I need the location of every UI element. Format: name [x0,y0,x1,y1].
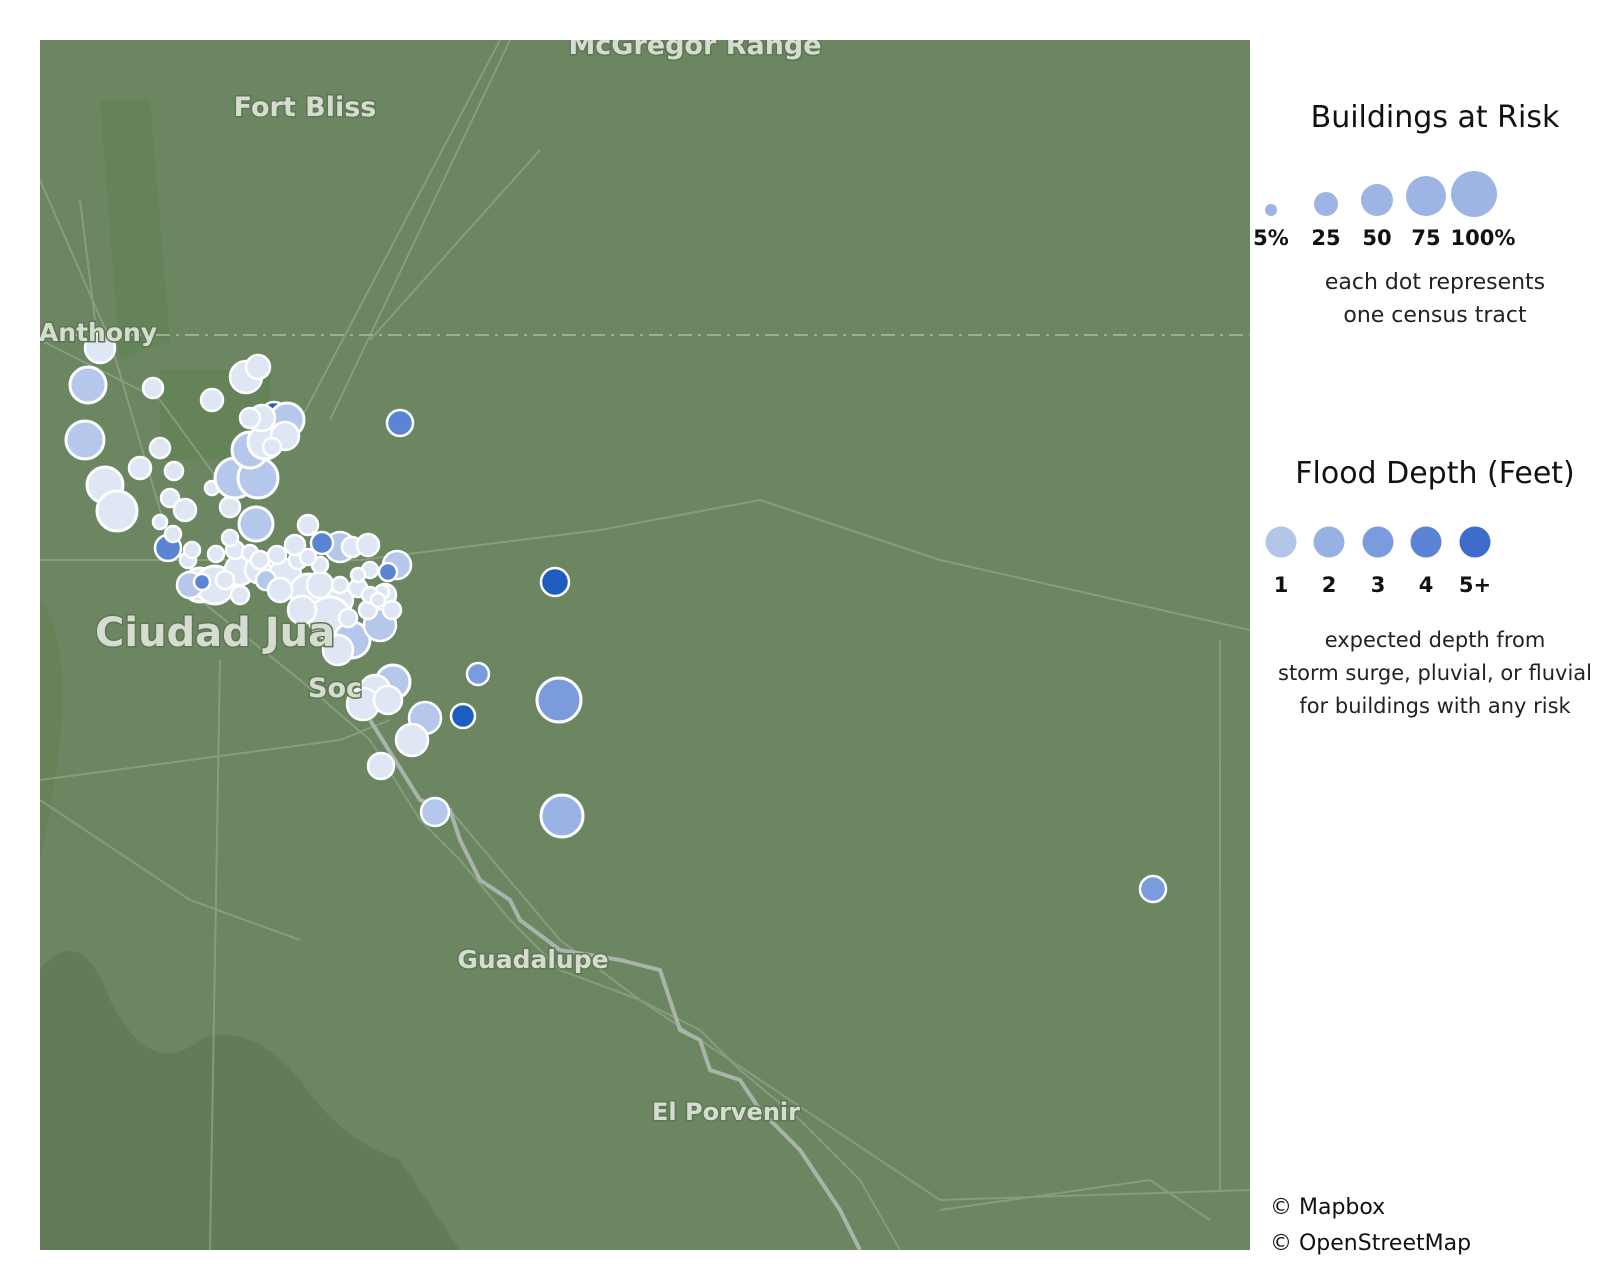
census-tract-dot[interactable] [539,793,585,839]
census-tract-dot[interactable] [385,408,415,438]
legend-size-label: 25 [1311,226,1341,250]
census-tract-dot[interactable] [539,566,571,598]
census-tract-dot[interactable] [238,406,262,430]
census-tract-dot[interactable] [218,495,242,519]
map-canvas[interactable]: McGregor Range Fort Bliss Anthony Ciudad… [40,40,1250,1250]
census-tract-dot[interactable] [249,549,271,571]
place-label-fort-bliss: Fort Bliss [234,92,377,123]
census-tract-dot[interactable] [182,540,202,560]
census-tract-dot[interactable] [355,532,381,558]
census-tract-dot[interactable] [330,575,350,595]
census-tract-dot[interactable] [237,505,275,543]
census-tract-dot[interactable] [366,751,396,781]
legend-size-label: 75 [1411,226,1441,250]
legend-size-dot [1265,204,1277,216]
census-tract-dot[interactable] [296,513,320,537]
census-tract-dot[interactable] [127,455,153,481]
legend-size-label: 5% [1253,226,1289,250]
census-tract-dot[interactable] [369,591,387,609]
census-tract-dot[interactable] [535,676,583,724]
census-tract-dot[interactable] [372,684,404,716]
place-label-guadalupe: Guadalupe [457,945,608,974]
census-tract-dot[interactable] [266,544,288,566]
census-tract-dot[interactable] [141,376,165,400]
census-tract-dot[interactable] [1138,874,1168,904]
mapbox-credit[interactable]: © Mapbox [1270,1190,1471,1226]
census-tract-dot[interactable] [199,387,225,413]
legend-size-title: Buildings at Risk [1310,100,1560,135]
census-tract-dot[interactable] [261,436,283,458]
legend-size-label: 50 [1362,226,1392,250]
legend-depth-label: 1 [1273,573,1289,597]
legend-depth-label: 3 [1370,573,1386,597]
census-tract-dot[interactable] [381,599,403,621]
legend-size-dot [1406,176,1446,216]
legend-depth-caption: expected depth from storm surge, pluvial… [1262,624,1608,723]
legend-size-dot [1451,171,1497,217]
place-label-el-porvenir: El Porvenir [652,1098,800,1126]
census-tract-dot[interactable] [220,528,240,548]
legend-size-dot [1314,192,1338,216]
census-tract-dot[interactable] [163,460,185,482]
legend-depth-title: Flood Depth (Feet) [1295,456,1575,491]
legend-depth-dot [1265,526,1297,558]
census-tract-dot[interactable] [349,566,367,584]
legend-flood-depth: Flood Depth (Feet) [1262,456,1608,491]
census-tract-dot[interactable] [172,497,198,523]
legend-size-label: 100% [1450,226,1516,250]
census-tract-dot[interactable] [266,576,294,604]
legend-depth-dot [1362,526,1394,558]
legend-depth-dot [1459,526,1491,558]
legend-depth-caption-line: storm surge, pluvial, or fluvial [1278,661,1592,685]
census-tract-dot[interactable] [377,561,399,583]
legend-depth-caption-line: for buildings with any risk [1299,694,1571,718]
census-tract-dot[interactable] [206,544,226,564]
legend-buildings-at-risk: Buildings at Risk [1262,100,1608,135]
place-label-ciudad-juarez: Ciudad Jua [95,610,335,656]
census-tract-dot[interactable] [298,547,318,567]
census-tract-dot[interactable] [151,513,169,531]
legend-depth-caption-line: expected depth from [1324,628,1546,652]
legend-depth-label: 5+ [1458,573,1492,597]
legend-size-caption-line: one census tract [1343,303,1527,328]
map-attribution: © Mapbox © OpenStreetMap [1270,1190,1471,1262]
legend-depth-dot [1313,526,1345,558]
census-tract-dot[interactable] [465,661,491,687]
legend-size-caption: each dot represents one census tract [1262,266,1608,332]
census-tract-dot[interactable] [68,365,108,405]
census-tract-dot[interactable] [148,436,172,460]
place-label-socorro: Soc [308,673,362,704]
census-tract-dot[interactable] [394,722,430,758]
legend-depth-label: 4 [1418,573,1434,597]
census-tract-dot[interactable] [419,796,451,828]
place-label-anthony: Anthony [40,318,157,347]
legend-size-dot [1361,184,1393,216]
legend-size-caption-line: each dot represents [1324,270,1546,295]
map-layer: McGregor Range Fort Bliss Anthony Ciudad… [40,40,1250,1250]
census-tract-dot[interactable] [192,572,212,592]
census-tract-dot[interactable] [449,702,477,730]
place-label-mcgregor-range: McGregor Range [568,40,821,61]
census-tract-dot[interactable] [214,569,236,591]
legend-depth-label: 2 [1321,573,1337,597]
census-tract-dot[interactable] [163,524,183,544]
legend-depth-dot [1410,526,1442,558]
census-tract-dot[interactable] [337,607,359,629]
census-tract-dot[interactable] [229,584,251,606]
census-tract-dot[interactable] [95,489,139,533]
census-tract-dot[interactable] [64,419,106,461]
osm-credit[interactable]: © OpenStreetMap [1270,1226,1471,1262]
census-tract-dot[interactable] [244,353,272,381]
